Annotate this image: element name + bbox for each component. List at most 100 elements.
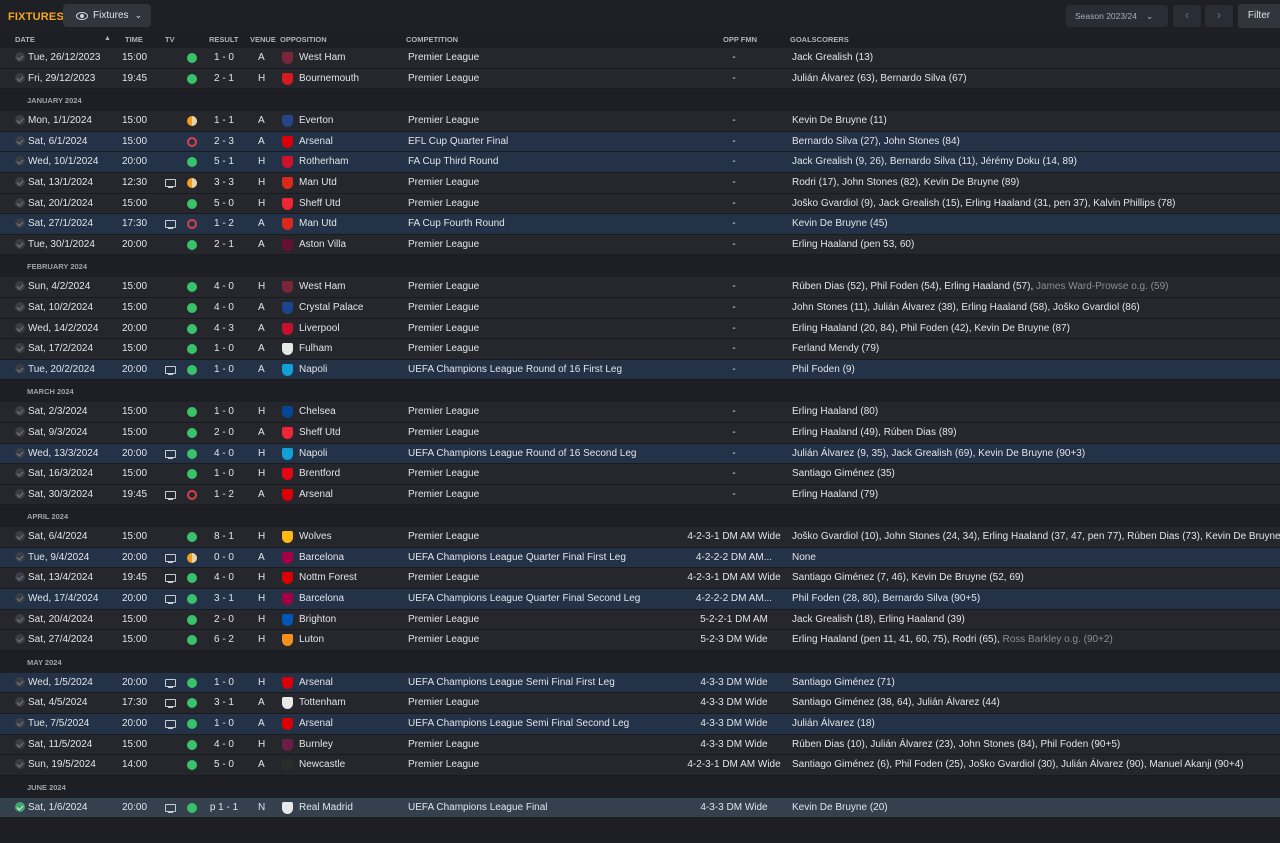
fixture-row[interactable]: Sat, 17/2/2024 15:00 1 - 0 A Fulham Premier L… — [0, 339, 1280, 360]
competition-link[interactable]: Premier League — [408, 177, 479, 188]
opposition-link[interactable]: Burnley — [299, 739, 333, 750]
fixture-result[interactable]: 2 - 0 — [206, 427, 242, 438]
opposition-link[interactable]: Arsenal — [299, 489, 333, 500]
select-checkbox[interactable] — [15, 634, 25, 645]
select-checkbox[interactable] — [15, 468, 25, 479]
opposition-link[interactable]: Sheff Utd — [299, 427, 341, 438]
previous-season-button[interactable]: ‹ — [1173, 5, 1201, 27]
opposition-link[interactable]: Brentford — [299, 468, 340, 479]
competition-link[interactable]: Premier League — [408, 239, 479, 250]
select-checkbox[interactable] — [15, 531, 25, 542]
fixture-row[interactable]: Sun, 4/2/2024 15:00 4 - 0 H West Ham Premier … — [0, 277, 1280, 298]
select-checkbox[interactable] — [15, 343, 25, 354]
select-checkbox[interactable] — [15, 218, 25, 229]
fixture-result[interactable]: 1 - 2 — [206, 489, 242, 500]
fixture-row[interactable]: Wed, 17/4/2024 20:00 3 - 1 H Barcelona UEFA C… — [0, 589, 1280, 610]
opposition-link[interactable]: Brighton — [299, 614, 336, 625]
fixture-result[interactable]: p 1 - 1 — [206, 802, 242, 813]
fixture-row[interactable]: Sat, 4/5/2024 17:30 3 - 1 A Tottenham Premier… — [0, 693, 1280, 715]
fixture-row[interactable]: Sat, 20/1/2024 15:00 5 - 0 H Sheff Utd Premie… — [0, 193, 1280, 215]
fixture-row[interactable]: Tue, 26/12/2023 15:00 1 - 0 A West Ham Premie… — [0, 48, 1280, 69]
select-checkbox[interactable] — [15, 238, 25, 249]
competition-link[interactable]: Premier League — [408, 281, 479, 292]
select-checkbox[interactable] — [15, 551, 25, 562]
fixture-row[interactable]: Sat, 27/4/2024 15:00 6 - 2 H Luton Premier Le… — [0, 630, 1280, 651]
competition-link[interactable]: Premier League — [408, 697, 479, 708]
opposition-link[interactable]: Man Utd — [299, 218, 337, 229]
filter-button[interactable]: Filter — [1238, 4, 1280, 28]
column-header-competition[interactable]: COMPETITION — [406, 35, 458, 44]
fixture-row[interactable]: Tue, 30/1/2024 20:00 2 - 1 A Aston Villa Prem… — [0, 234, 1280, 256]
fixture-row[interactable]: Sat, 20/4/2024 15:00 2 - 0 H Brighton Premier… — [0, 609, 1280, 631]
fixture-row[interactable]: Mon, 1/1/2024 15:00 1 - 1 A Everton Premier L… — [0, 111, 1280, 132]
fixture-result[interactable]: 1 - 0 — [206, 406, 242, 417]
select-checkbox[interactable] — [15, 697, 25, 708]
competition-link[interactable]: Premier League — [408, 739, 479, 750]
fixture-result[interactable]: 3 - 3 — [206, 177, 242, 188]
fixture-result[interactable]: 2 - 0 — [206, 614, 242, 625]
select-checkbox[interactable] — [15, 301, 25, 312]
fixture-result[interactable]: 0 - 0 — [206, 552, 242, 563]
opposition-link[interactable]: Luton — [299, 634, 324, 645]
opposition-link[interactable]: Aston Villa — [299, 239, 346, 250]
fixture-result[interactable]: 4 - 0 — [206, 281, 242, 292]
opposition-link[interactable]: Tottenham — [299, 697, 346, 708]
competition-link[interactable]: Premier League — [408, 634, 479, 645]
fixture-row[interactable]: Sat, 9/3/2024 15:00 2 - 0 A Sheff Utd Premier… — [0, 422, 1280, 444]
select-checkbox[interactable] — [15, 135, 25, 146]
competition-link[interactable]: EFL Cup Quarter Final — [408, 136, 508, 147]
competition-link[interactable]: Premier League — [408, 198, 479, 209]
competition-link[interactable]: UEFA Champions League Semi Final Second … — [408, 718, 629, 729]
select-checkbox[interactable] — [15, 426, 25, 437]
fixture-row[interactable]: Wed, 13/3/2024 20:00 4 - 0 H Napoli UEFA Cham… — [0, 443, 1280, 465]
opposition-link[interactable]: Bournemouth — [299, 73, 359, 84]
fixture-result[interactable]: 1 - 0 — [206, 343, 242, 354]
fixture-row[interactable]: Sat, 13/4/2024 19:45 4 - 0 H Nottm Forest Pre… — [0, 568, 1280, 590]
select-checkbox[interactable] — [15, 197, 25, 208]
competition-link[interactable]: Premier League — [408, 614, 479, 625]
opposition-link[interactable]: Nottm Forest — [299, 572, 357, 583]
competition-link[interactable]: Premier League — [408, 323, 479, 334]
competition-link[interactable]: Premier League — [408, 468, 479, 479]
fixture-row[interactable]: Sat, 6/4/2024 15:00 8 - 1 H Wolves Premier Le… — [0, 527, 1280, 548]
competition-link[interactable]: Premier League — [408, 343, 479, 354]
column-header-tv[interactable]: TV — [165, 35, 175, 44]
fixture-result[interactable]: 1 - 0 — [206, 718, 242, 729]
select-checkbox[interactable] — [15, 52, 25, 62]
fixture-result[interactable]: 1 - 1 — [206, 115, 242, 126]
opposition-link[interactable]: Crystal Palace — [299, 302, 363, 313]
fixture-result[interactable]: 1 - 0 — [206, 677, 242, 688]
opposition-link[interactable]: Barcelona — [299, 552, 344, 563]
competition-link[interactable]: Premier League — [408, 531, 479, 542]
competition-link[interactable]: Premier League — [408, 406, 479, 417]
select-checkbox[interactable] — [15, 488, 25, 499]
column-header-goalscorers[interactable]: GOALSCORERS — [790, 35, 849, 44]
competition-link[interactable]: Premier League — [408, 427, 479, 438]
fixture-result[interactable]: 8 - 1 — [206, 531, 242, 542]
column-header-opposition[interactable]: OPPOSITION — [280, 35, 327, 44]
fixture-result[interactable]: 2 - 1 — [206, 239, 242, 250]
select-checkbox[interactable] — [15, 406, 25, 417]
select-checkbox[interactable] — [15, 613, 25, 624]
fixture-row[interactable]: Wed, 10/1/2024 20:00 5 - 1 H Rotherham FA Cup… — [0, 152, 1280, 173]
competition-link[interactable]: Premier League — [408, 572, 479, 583]
select-checkbox[interactable] — [15, 363, 25, 374]
fixture-result[interactable]: 4 - 0 — [206, 302, 242, 313]
column-header-result[interactable]: RESULT — [209, 35, 238, 44]
fixture-result[interactable]: 1 - 0 — [206, 364, 242, 375]
fixture-result[interactable]: 5 - 0 — [206, 759, 242, 770]
fixture-row[interactable]: Tue, 7/5/2024 20:00 1 - 0 A Arsenal UEFA Cham… — [0, 714, 1280, 735]
opposition-link[interactable]: Liverpool — [299, 323, 340, 334]
competition-link[interactable]: FA Cup Third Round — [408, 156, 498, 167]
view-dropdown[interactable]: Fixtures ⌄ — [63, 4, 151, 27]
opposition-link[interactable]: West Ham — [299, 52, 346, 63]
fixture-row[interactable]: Sat, 13/1/2024 12:30 3 - 3 H Man Utd Premier … — [0, 172, 1280, 194]
fixture-result[interactable]: 6 - 2 — [206, 634, 242, 645]
opposition-link[interactable]: Napoli — [299, 448, 327, 459]
select-checkbox[interactable] — [15, 176, 25, 187]
select-checkbox[interactable] — [15, 115, 25, 126]
fixture-row[interactable]: Sat, 11/5/2024 15:00 4 - 0 H Burnley Premier … — [0, 734, 1280, 756]
competition-link[interactable]: Premier League — [408, 73, 479, 84]
opposition-link[interactable]: Wolves — [299, 531, 332, 542]
fixture-row[interactable]: Tue, 9/4/2024 20:00 0 - 0 A Barcelona UEFA Ch… — [0, 547, 1280, 569]
